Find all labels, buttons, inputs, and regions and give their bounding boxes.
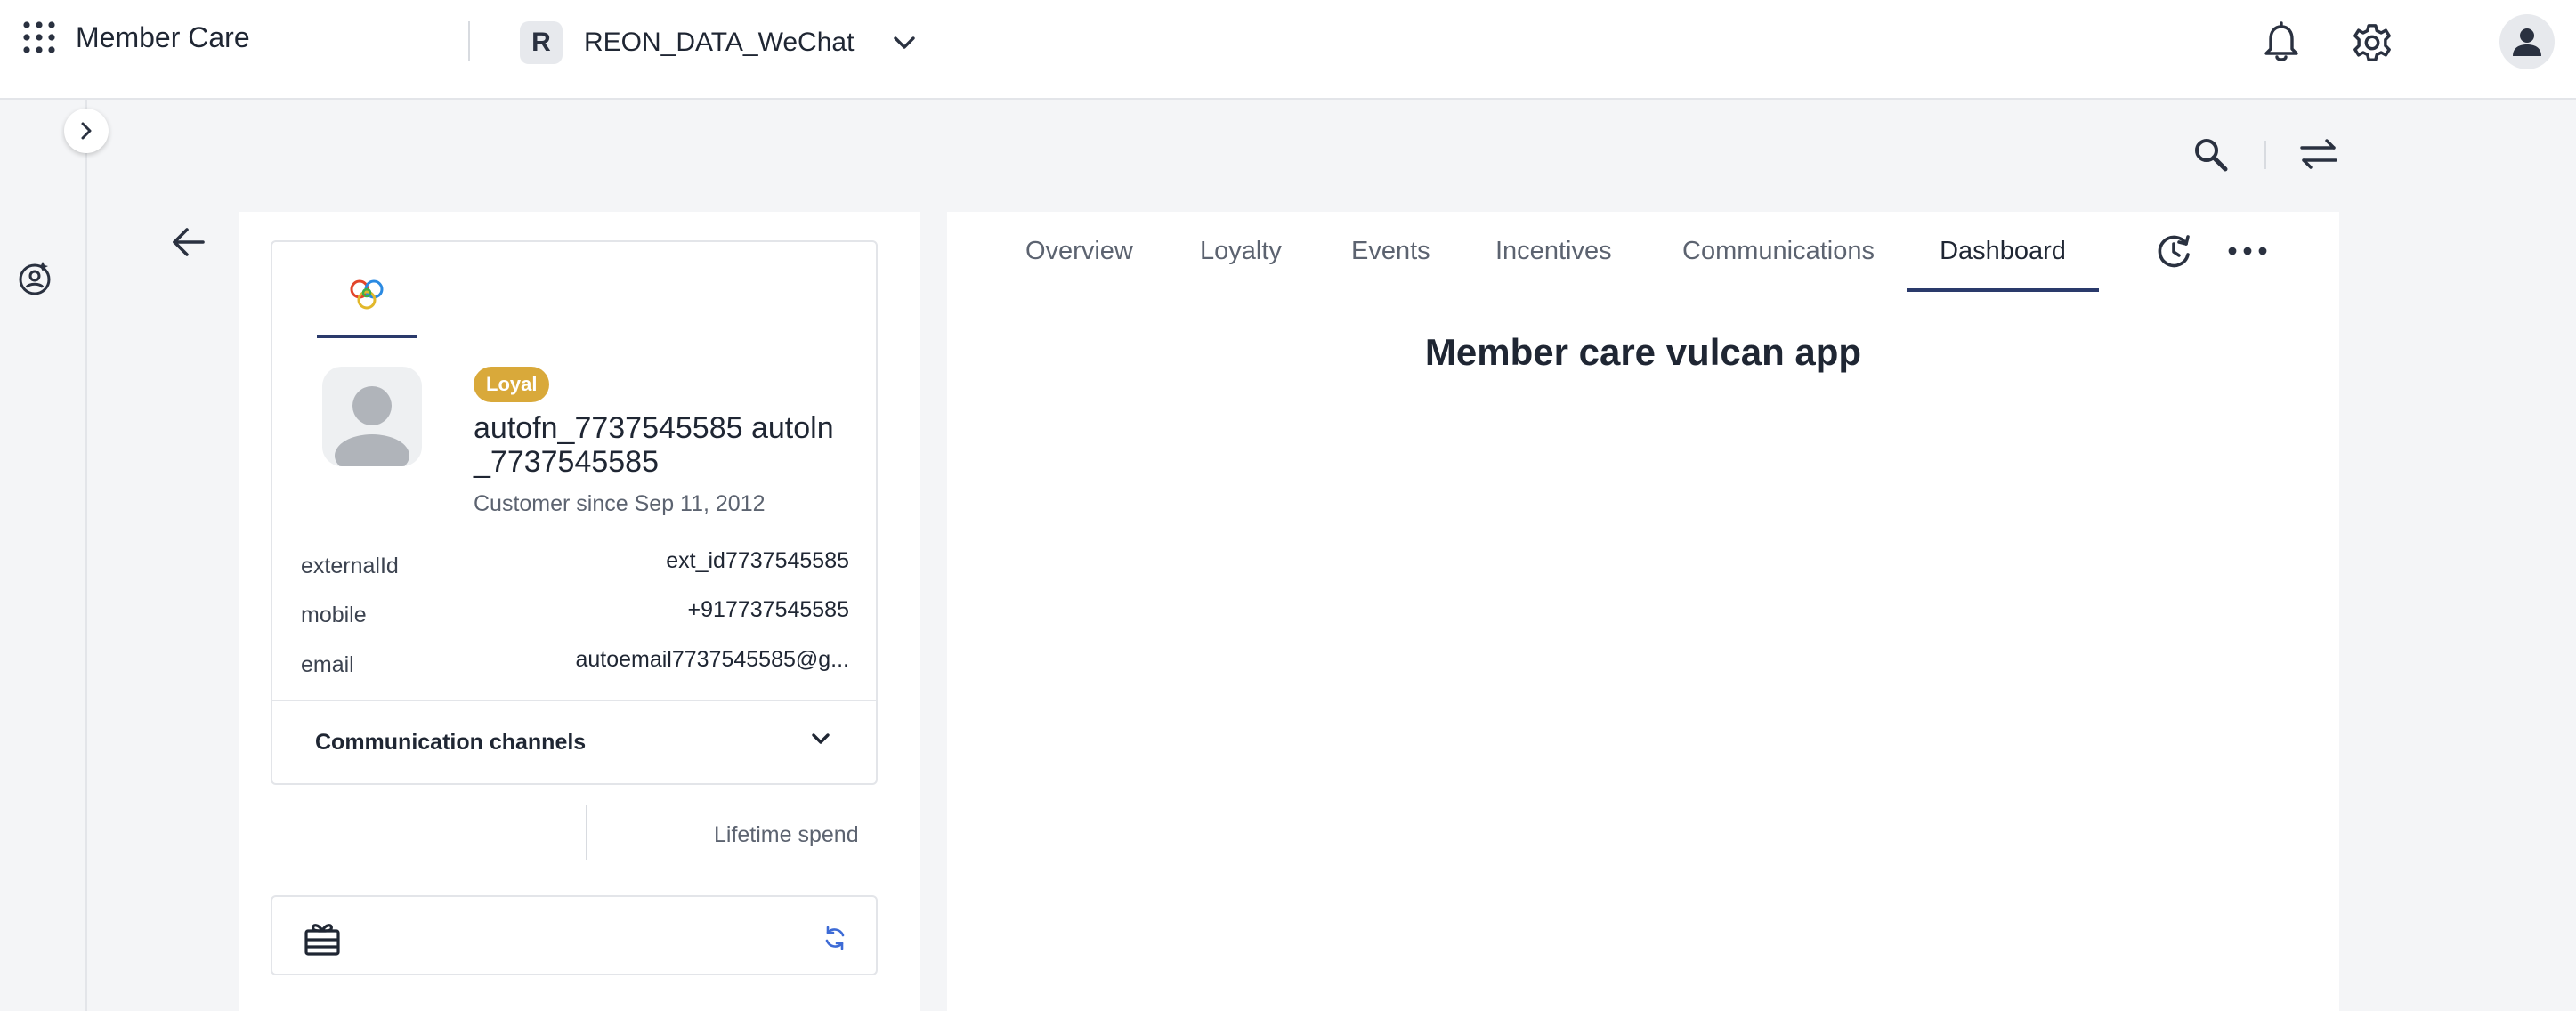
field-row-mobile: mobile +917737545585 — [301, 594, 849, 633]
org-avatar[interactable]: R — [520, 21, 563, 64]
field-label: externalId — [301, 554, 399, 578]
panel-heading: Member care vulcan app — [1424, 331, 1862, 373]
gift-card-icon — [304, 924, 340, 956]
chevron-right-icon — [81, 122, 92, 140]
avatar — [322, 367, 422, 466]
tab-bar: Overview Loyalty Events Incentives Commu… — [947, 212, 2339, 292]
brand-tab[interactable] — [317, 278, 417, 338]
chevron-down-icon — [812, 733, 830, 744]
field-value: +917737545585 — [687, 597, 849, 622]
tab-events[interactable]: Events — [1351, 237, 1430, 292]
swap-icon[interactable] — [2298, 133, 2339, 174]
profile-card: Loyal autofn_7737545585 autoln_773754558… — [271, 240, 878, 785]
tab-label: Dashboard — [1940, 237, 2066, 265]
tab-label: Incentives — [1495, 237, 1612, 265]
rewards-card — [271, 895, 878, 975]
header-divider — [468, 21, 470, 61]
search-icon[interactable] — [2191, 135, 2229, 173]
user-placeholder-icon — [335, 386, 409, 466]
tab-label: Overview — [1025, 237, 1133, 265]
history-refresh-icon[interactable] — [2154, 231, 2193, 271]
field-row-email: email autoemail7737545585@g... — [301, 643, 849, 683]
arrow-left-icon[interactable] — [169, 222, 208, 262]
field-row-external-id: externalId ext_id7737545585 — [301, 545, 849, 584]
tab-label: Communications — [1682, 237, 1875, 265]
apps-grid-icon[interactable] — [21, 20, 57, 55]
chevron-down-icon[interactable] — [888, 27, 920, 59]
user-icon — [2513, 28, 2541, 56]
gear-icon[interactable] — [2352, 21, 2393, 64]
tab-loyalty[interactable]: Loyalty — [1200, 237, 1282, 292]
member-care-icon[interactable] — [16, 260, 53, 297]
communication-channels-label: Communication channels — [315, 730, 587, 755]
tab-overview[interactable]: Overview — [1025, 237, 1133, 292]
rail-expand-button[interactable] — [64, 109, 109, 153]
main-panel: Overview Loyalty Events Incentives Commu… — [947, 212, 2339, 1011]
tab-label: Events — [1351, 237, 1430, 265]
more-options-icon[interactable] — [2225, 231, 2270, 271]
communication-channels-toggle[interactable]: Communication channels — [272, 701, 876, 785]
tab-communications[interactable]: Communications — [1682, 237, 1875, 292]
org-name[interactable]: REON_DATA_WeChat — [584, 28, 854, 58]
tier-badge: Loyal — [474, 367, 550, 402]
app-title: Member Care — [76, 21, 250, 53]
spend-divider — [586, 805, 587, 860]
field-label: mobile — [301, 603, 367, 627]
lifetime-spend-label: Lifetime spend — [714, 822, 859, 847]
bell-icon[interactable] — [2261, 21, 2302, 64]
user-avatar[interactable] — [2499, 14, 2555, 69]
utility-divider — [2264, 141, 2266, 169]
tab-dashboard[interactable]: Dashboard — [1907, 237, 2099, 292]
left-rail — [0, 100, 87, 1011]
tab-incentives[interactable]: Incentives — [1495, 237, 1612, 292]
customer-name: autofn_7737545585 autoln_7737545585 — [474, 411, 834, 479]
field-label: email — [301, 652, 354, 677]
field-value: ext_id7737545585 — [666, 548, 849, 573]
refresh-icon[interactable] — [822, 926, 847, 950]
customer-since: Customer since Sep 11, 2012 — [474, 491, 766, 516]
field-value: autoemail7737545585@g... — [575, 647, 849, 672]
tab-label: Loyalty — [1200, 237, 1282, 265]
top-bar: Member Care R REON_DATA_WeChat — [0, 0, 2576, 100]
brand-logo-icon — [350, 279, 384, 310]
